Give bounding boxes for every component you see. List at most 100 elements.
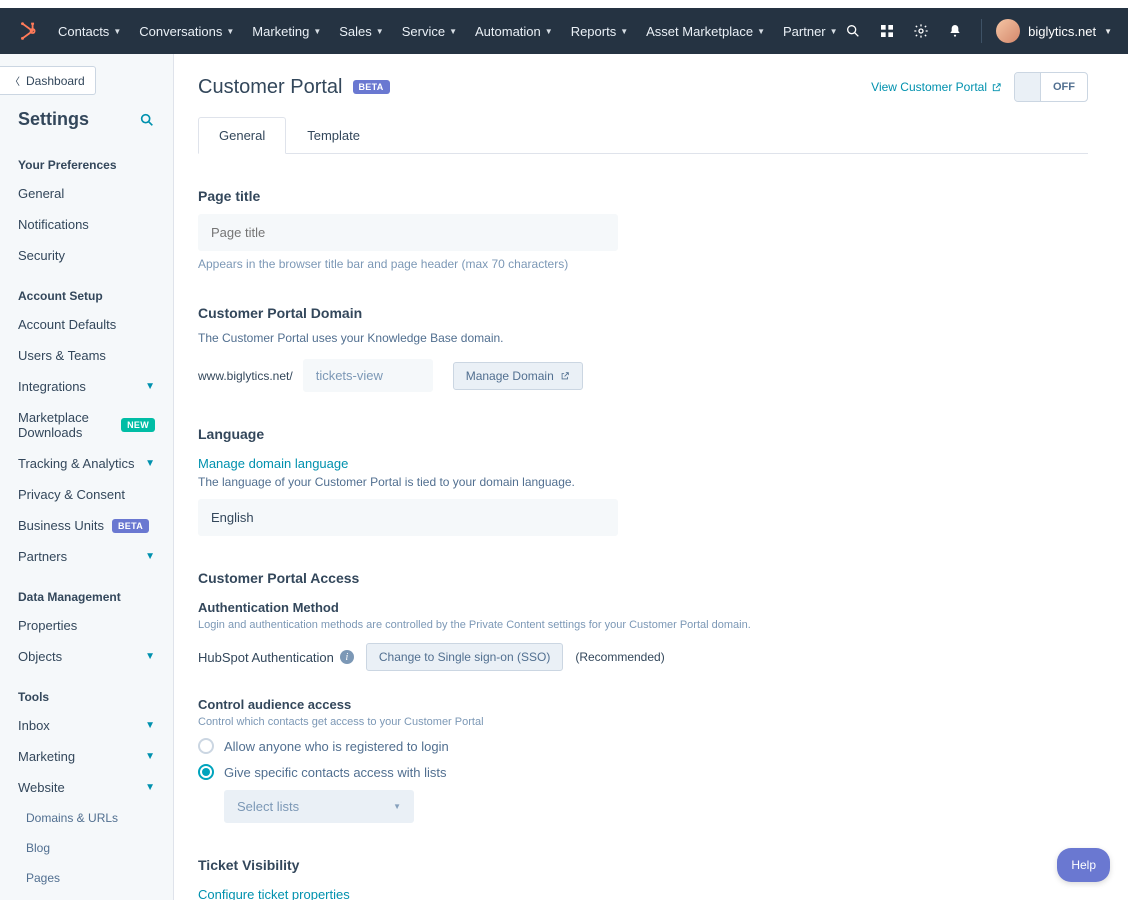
- select-lists-dropdown[interactable]: Select lists ▼: [224, 790, 414, 823]
- audience-help: Control which contacts get access to you…: [198, 716, 1088, 728]
- chevron-down-icon: ▼: [376, 27, 384, 36]
- chevron-down-icon: ▼: [145, 381, 155, 392]
- sidebar-item-general[interactable]: General: [0, 178, 173, 209]
- current-auth-method: HubSpot Authentication i: [198, 650, 354, 665]
- sidebar-item-users-teams[interactable]: Users & Teams: [0, 340, 173, 371]
- language-section-heading: Language: [198, 426, 1088, 442]
- domain-slug-input[interactable]: [303, 359, 433, 392]
- chevron-down-icon: ▼: [145, 651, 155, 662]
- audience-heading: Control audience access: [198, 697, 1088, 712]
- back-to-dashboard[interactable]: 〈 Dashboard: [0, 66, 96, 95]
- chevron-down-icon: ▼: [830, 27, 838, 36]
- language-value: English: [198, 499, 618, 536]
- badge: NEW: [121, 418, 155, 432]
- manage-domain-button[interactable]: Manage Domain: [453, 362, 583, 390]
- help-fab-button[interactable]: Help: [1057, 848, 1110, 882]
- manage-domain-language-link[interactable]: Manage domain language: [198, 456, 348, 471]
- search-icon[interactable]: [845, 23, 861, 39]
- hubspot-logo[interactable]: [16, 19, 40, 43]
- chevron-down-icon: ▼: [145, 751, 155, 762]
- info-icon[interactable]: i: [340, 650, 354, 664]
- page-title: Customer Portal: [198, 76, 343, 99]
- nav-item-sales[interactable]: Sales▼: [339, 24, 383, 39]
- chevron-down-icon: ▼: [145, 458, 155, 469]
- nav-item-service[interactable]: Service▼: [402, 24, 457, 39]
- notifications-bell-icon[interactable]: [947, 23, 963, 39]
- settings-gear-icon[interactable]: [913, 23, 929, 39]
- recommended-label: (Recommended): [575, 650, 664, 664]
- radio-specific-lists[interactable]: Give specific contacts access with lists: [198, 764, 1088, 780]
- chevron-down-icon: ▼: [1104, 27, 1112, 36]
- radio-icon: [198, 738, 214, 754]
- nav-item-conversations[interactable]: Conversations▼: [139, 24, 234, 39]
- main-content: Customer Portal BETA View Customer Porta…: [174, 54, 1128, 900]
- beta-badge: BETA: [353, 80, 390, 94]
- domain-description: The Customer Portal uses your Knowledge …: [198, 331, 1088, 345]
- account-menu[interactable]: biglytics.net ▼: [981, 19, 1112, 43]
- sidebar-item-inbox[interactable]: Inbox▼: [0, 710, 173, 741]
- sidebar-section-title: Data Management: [0, 572, 173, 610]
- domain-section-heading: Customer Portal Domain: [198, 305, 1088, 321]
- language-description: The language of your Customer Portal is …: [198, 475, 1088, 489]
- chevron-left-icon: 〈: [10, 73, 20, 88]
- sidebar-item-marketing[interactable]: Marketing▼: [0, 741, 173, 772]
- sidebar-item-properties[interactable]: Properties: [0, 610, 173, 641]
- nav-item-reports[interactable]: Reports▼: [571, 24, 628, 39]
- sidebar-item-partners[interactable]: Partners▼: [0, 541, 173, 572]
- sidebar-item-integrations[interactable]: Integrations▼: [0, 371, 173, 402]
- chevron-down-icon: ▼: [113, 27, 121, 36]
- top-navigation: Contacts▼ Conversations▼ Marketing▼ Sales▼ S…: [0, 8, 1128, 54]
- sidebar-item-website[interactable]: Website▼: [0, 772, 173, 803]
- chevron-down-icon: ▼: [757, 27, 765, 36]
- badge: BETA: [112, 519, 149, 533]
- toggle-knob: [1015, 73, 1041, 101]
- account-name: biglytics.net: [1028, 24, 1096, 39]
- view-portal-link[interactable]: View Customer Portal: [871, 80, 1002, 94]
- sidebar-item-marketplace-downloads[interactable]: Marketplace DownloadsNEW: [0, 402, 173, 448]
- auth-method-heading: Authentication Method: [198, 600, 1088, 615]
- page-title-help: Appears in the browser title bar and pag…: [198, 257, 1088, 271]
- auth-help: Login and authentication methods are con…: [198, 619, 1088, 631]
- sidebar-item-security[interactable]: Security: [0, 240, 173, 271]
- chevron-down-icon: ▼: [145, 720, 155, 731]
- sidebar-item-notifications[interactable]: Notifications: [0, 209, 173, 240]
- page-title-section-heading: Page title: [198, 188, 1088, 204]
- nav-item-partner[interactable]: Partner▼: [783, 24, 838, 39]
- tabs: GeneralTemplate: [198, 116, 1088, 154]
- chevron-down-icon: ▼: [449, 27, 457, 36]
- settings-sidebar: 〈 Dashboard Settings Your PreferencesGen…: [0, 54, 174, 900]
- radio-icon-checked: [198, 764, 214, 780]
- marketplace-icon[interactable]: [879, 23, 895, 39]
- domain-prefix: www.biglytics.net/: [198, 369, 293, 383]
- chevron-down-icon: ▼: [313, 27, 321, 36]
- nav-item-contacts[interactable]: Contacts▼: [58, 24, 121, 39]
- ticket-visibility-heading: Ticket Visibility: [198, 857, 1088, 873]
- tab-general[interactable]: General: [198, 117, 286, 154]
- chevron-down-icon: ▼: [393, 802, 401, 811]
- portal-toggle[interactable]: OFF: [1014, 72, 1088, 102]
- sidebar-section-title: Tools: [0, 672, 173, 710]
- sidebar-item-privacy-consent[interactable]: Privacy & Consent: [0, 479, 173, 510]
- nav-item-asset-marketplace[interactable]: Asset Marketplace▼: [646, 24, 765, 39]
- sidebar-item-domains-urls[interactable]: Domains & URLs: [0, 803, 173, 833]
- page-title-input[interactable]: [198, 214, 618, 251]
- search-settings-icon[interactable]: [139, 112, 155, 128]
- configure-ticket-properties-link[interactable]: Configure ticket properties: [198, 887, 350, 900]
- change-sso-button[interactable]: Change to Single sign-on (SSO): [366, 643, 563, 671]
- chevron-down-icon: ▼: [226, 27, 234, 36]
- sidebar-section-title: Your Preferences: [0, 140, 173, 178]
- settings-heading: Settings: [18, 109, 89, 130]
- sidebar-item-knowledge-base[interactable]: Knowledge Base: [0, 893, 173, 900]
- tab-template[interactable]: Template: [286, 117, 381, 154]
- user-avatar-icon: [996, 19, 1020, 43]
- nav-item-marketing[interactable]: Marketing▼: [252, 24, 321, 39]
- sidebar-item-objects[interactable]: Objects▼: [0, 641, 173, 672]
- nav-item-automation[interactable]: Automation▼: [475, 24, 553, 39]
- sidebar-item-blog[interactable]: Blog: [0, 833, 173, 863]
- sidebar-item-account-defaults[interactable]: Account Defaults: [0, 309, 173, 340]
- chevron-down-icon: ▼: [145, 551, 155, 562]
- sidebar-item-business-units[interactable]: Business UnitsBETA: [0, 510, 173, 541]
- sidebar-item-tracking-analytics[interactable]: Tracking & Analytics▼: [0, 448, 173, 479]
- sidebar-item-pages[interactable]: Pages: [0, 863, 173, 893]
- radio-allow-anyone[interactable]: Allow anyone who is registered to login: [198, 738, 1088, 754]
